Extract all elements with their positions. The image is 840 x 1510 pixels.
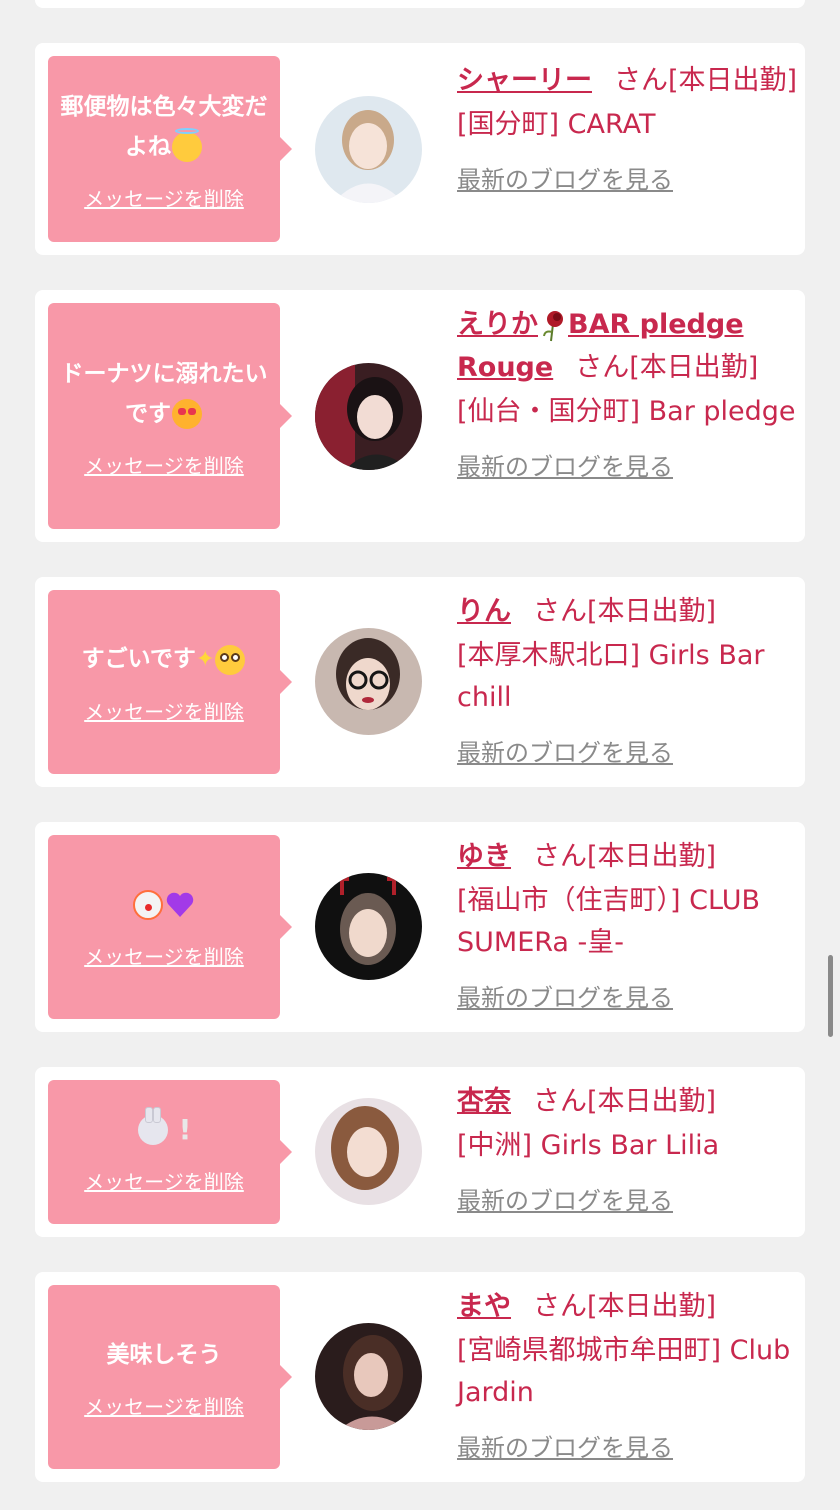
latest-blog-link[interactable]: 最新のブログを見る bbox=[457, 160, 673, 195]
message-card: ! メッセージを削除 杏奈 さん[本日出勤] [中洲] Girls Bar Lil… bbox=[35, 1067, 805, 1237]
message-bubble: メッセージを削除 bbox=[48, 835, 292, 1019]
name-line: シャーリー さん[本日出勤] bbox=[457, 59, 802, 102]
delete-message-link[interactable]: メッセージを削除 bbox=[84, 1166, 244, 1195]
cast-info: えりか BAR pledge Rouge さん[本日出勤] [仙台・国分町] Bar… bbox=[457, 303, 802, 482]
wilted-rose-icon bbox=[543, 310, 563, 341]
message-bubble: ! メッセージを削除 bbox=[48, 1080, 292, 1224]
cast-name-link[interactable]: シャーリー bbox=[457, 65, 592, 96]
shop-name: [宮崎県都城市牟田町] Club Jardin bbox=[457, 1335, 791, 1408]
message-card: 郵便物は色々大変だよね メッセージを削除 シャーリー さん[本日出勤] [国分町]… bbox=[35, 43, 805, 255]
delete-message-link[interactable]: メッセージを削除 bbox=[84, 1391, 244, 1420]
rabbit-face-icon bbox=[137, 1106, 168, 1145]
avatar[interactable] bbox=[315, 873, 422, 980]
cast-info: りん さん[本日出勤] [本厚木駅北口] Girls Bar chill 最新のブ… bbox=[457, 590, 802, 768]
name-line: りん さん[本日出勤] bbox=[457, 590, 802, 633]
message-body: 郵便物は色々大変だよね bbox=[60, 93, 268, 160]
message-bubble: すごいです✦ メッセージを削除 bbox=[48, 590, 292, 774]
message-bubble: 美味しそう メッセージを削除 bbox=[48, 1285, 292, 1469]
cast-name-link[interactable]: まや bbox=[457, 1291, 511, 1322]
message-text: ! bbox=[137, 1106, 192, 1150]
shop-name: [国分町] CARAT bbox=[457, 109, 656, 140]
delete-message-link[interactable]: メッセージを削除 bbox=[84, 696, 244, 725]
latest-blog-link[interactable]: 最新のブログを見る bbox=[457, 978, 673, 1013]
message-body: ドーナツに溺れたいです bbox=[60, 360, 268, 427]
avatar[interactable] bbox=[315, 1098, 422, 1205]
san-status: さん[本日出勤] bbox=[533, 596, 717, 627]
san-status: さん[本日出勤] bbox=[533, 1086, 717, 1117]
message-text: ドーナツに溺れたいです bbox=[58, 354, 270, 434]
flushed-face-icon bbox=[215, 644, 246, 675]
avatar[interactable] bbox=[315, 1323, 422, 1430]
message-card: メッセージを削除 ゆき さん[本日出勤] [福山市（住吉町）] CLUB SUME… bbox=[35, 822, 805, 1032]
shop-name: [福山市（住吉町）] CLUB SUMERa -皇- bbox=[457, 885, 760, 958]
san-status: さん[本日出勤] bbox=[533, 841, 717, 872]
avatar[interactable] bbox=[315, 363, 422, 470]
cast-info: 杏奈 さん[本日出勤] [中洲] Girls Bar Lilia 最新のブログを見… bbox=[457, 1080, 802, 1216]
latest-blog-link[interactable]: 最新のブログを見る bbox=[457, 1181, 673, 1216]
message-text bbox=[132, 885, 196, 925]
message-body: すごいです bbox=[81, 646, 196, 673]
message-card: ドーナツに溺れたいです メッセージを削除 えりか BAR pledge Rouge… bbox=[35, 290, 805, 542]
message-card: すごいです✦ メッセージを削除 りん さん[本日出勤] [本厚木駅北口] Girl… bbox=[35, 577, 805, 787]
cast-name-link[interactable]: りん bbox=[457, 596, 511, 627]
name-line: 杏奈 さん[本日出勤] bbox=[457, 1080, 802, 1123]
delete-message-link[interactable]: メッセージを削除 bbox=[84, 183, 244, 212]
white-exclamation-icon: ! bbox=[178, 1112, 192, 1146]
name-line: えりか BAR pledge Rouge さん[本日出勤] bbox=[457, 303, 802, 389]
delete-message-link[interactable]: メッセージを削除 bbox=[84, 941, 244, 970]
name-line: まや さん[本日出勤] bbox=[457, 1285, 802, 1328]
message-text: 美味しそう bbox=[107, 1335, 222, 1375]
cast-name-link[interactable]: ゆき bbox=[457, 841, 511, 872]
cast-info: ゆき さん[本日出勤] [福山市（住吉町）] CLUB SUMERa -皇- 最新… bbox=[457, 835, 802, 1013]
san-status: さん[本日出勤] bbox=[533, 1291, 717, 1322]
message-text: すごいです✦ bbox=[82, 639, 247, 680]
cast-info: シャーリー さん[本日出勤] [国分町] CARAT 最新のブログを見る bbox=[457, 59, 802, 195]
shop-name: [仙台・国分町] Bar pledge bbox=[457, 396, 796, 427]
smiling-face-with-halo-icon bbox=[172, 128, 202, 162]
latest-blog-link[interactable]: 最新のブログを見る bbox=[457, 733, 673, 768]
message-list-page: 郵便物は色々大変だよね メッセージを削除 シャーリー さん[本日出勤] [国分町]… bbox=[0, 0, 840, 1510]
cast-name-link[interactable]: 杏奈 bbox=[457, 1086, 511, 1117]
avatar[interactable] bbox=[315, 96, 422, 203]
latest-blog-link[interactable]: 最新のブログを見る bbox=[457, 1428, 673, 1463]
message-card: 美味しそう メッセージを削除 まや さん[本日出勤] [宮崎県都城市牟田町] Cl… bbox=[35, 1272, 805, 1482]
scrollbar[interactable] bbox=[828, 955, 833, 1037]
cast-name-part: えりか bbox=[457, 309, 538, 340]
san-status: さん[本日出勤] bbox=[614, 65, 798, 96]
message-text: 郵便物は色々大変だよね bbox=[58, 87, 270, 167]
smiling-cat-with-heart-eyes-icon bbox=[172, 399, 202, 429]
shop-name: [中洲] Girls Bar Lilia bbox=[457, 1130, 720, 1161]
message-bubble: 郵便物は色々大変だよね メッセージを削除 bbox=[48, 56, 292, 242]
previous-card-fragment bbox=[35, 0, 805, 8]
latest-blog-link[interactable]: 最新のブログを見る bbox=[457, 447, 673, 482]
cast-info: まや さん[本日出勤] [宮崎県都城市牟田町] Club Jardin 最新のブロ… bbox=[457, 1285, 802, 1463]
shop-name: [本厚木駅北口] Girls Bar chill bbox=[457, 640, 765, 713]
message-body: 美味しそう bbox=[106, 1341, 222, 1368]
sparkles-icon: ✦ bbox=[195, 646, 215, 672]
clown-face-icon bbox=[133, 890, 163, 920]
message-bubble: ドーナツに溺れたいです メッセージを削除 bbox=[48, 303, 292, 529]
delete-message-link[interactable]: メッセージを削除 bbox=[84, 450, 244, 479]
name-line: ゆき さん[本日出勤] bbox=[457, 835, 802, 878]
purple-heart-icon bbox=[166, 892, 194, 917]
san-status: さん[本日出勤] bbox=[575, 352, 759, 383]
avatar[interactable] bbox=[315, 628, 422, 735]
